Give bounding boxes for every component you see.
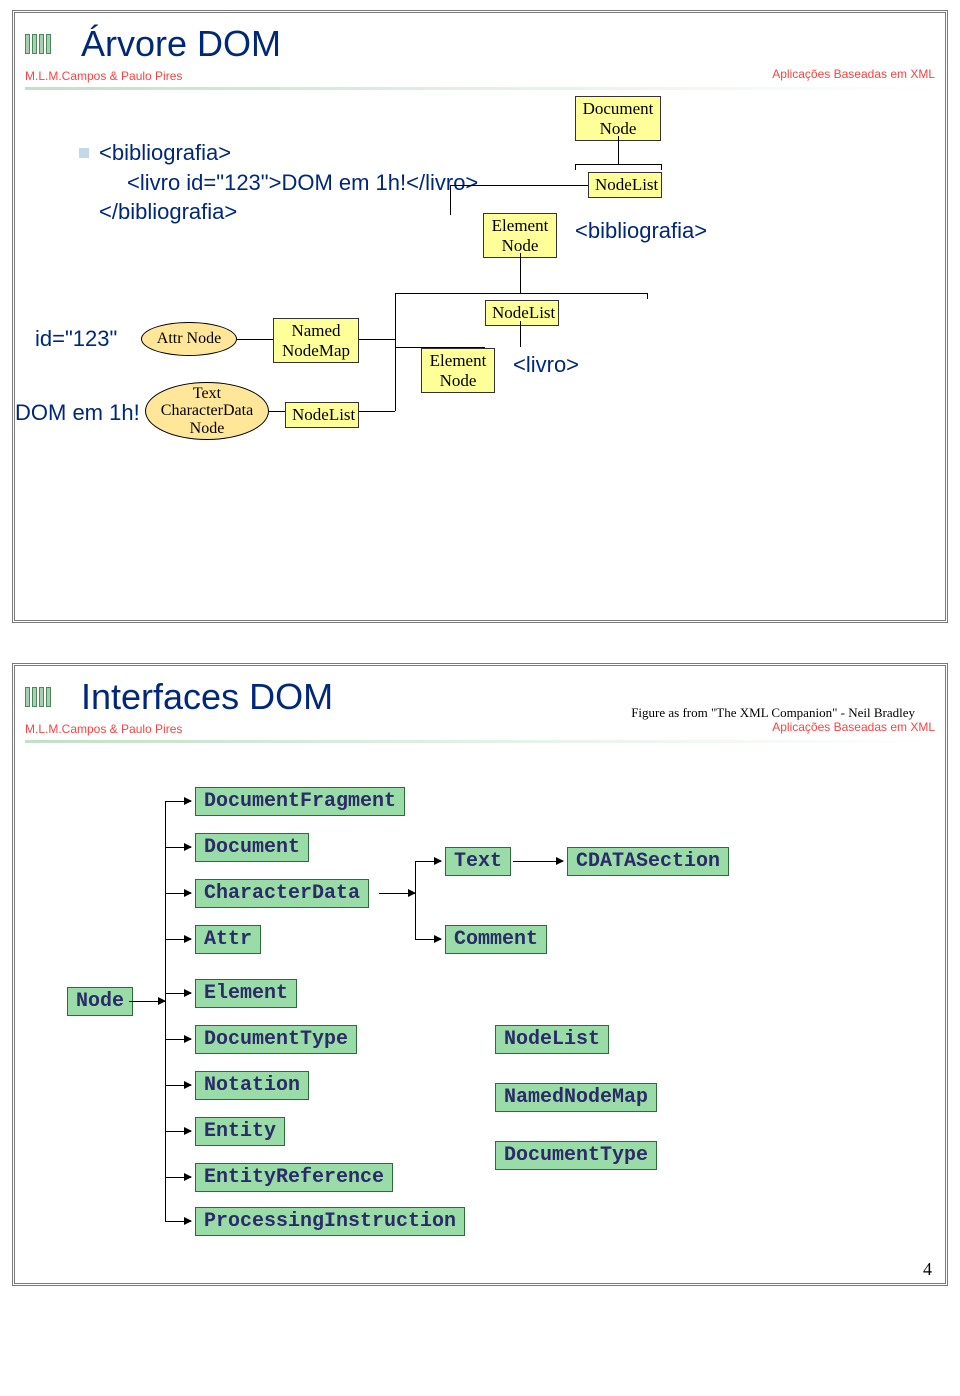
connector [129, 1001, 165, 1002]
arrow [165, 1085, 191, 1086]
connector [575, 164, 576, 170]
connector [450, 185, 451, 215]
box-named-nodemap: NamedNodeMap [273, 318, 359, 363]
box-character-data: CharacterData [195, 879, 369, 908]
slide-arvore-dom: Árvore DOM Aplicações Baseadas em XML M.… [12, 10, 948, 623]
connector [450, 185, 588, 186]
arrow [415, 861, 441, 862]
box-comment: Comment [445, 925, 547, 954]
arrow [513, 861, 563, 862]
box-cdata-section: CDATASection [567, 847, 729, 876]
slide2-title: Interfaces DOM [81, 676, 333, 718]
box-processing-instruction: ProcessingInstruction [195, 1207, 465, 1236]
arrow [165, 1221, 191, 1222]
connector [395, 293, 647, 294]
connector [575, 164, 661, 165]
connector [647, 293, 648, 299]
author-name: M.L.M.Campos & Paulo Pires [25, 722, 182, 737]
arrow [165, 1177, 191, 1178]
connector [359, 411, 395, 412]
connector [520, 253, 521, 293]
connector [237, 339, 273, 340]
box-attr: Attr [195, 925, 261, 954]
course-name: Aplicações Baseadas em XML [772, 720, 935, 734]
code-line-1: <bibliografia> [99, 138, 478, 168]
xml-logo-icon [25, 30, 73, 58]
box-element-bibliografia: ElementNode [483, 213, 557, 258]
box-element: Element [195, 979, 297, 1008]
arrow [165, 801, 191, 802]
slide2-diagram: Figure as from "The XML Companion" - Nei… [15, 743, 945, 1263]
box-entity-reference: EntityReference [195, 1163, 393, 1192]
box-nodelist-2: NodeList [485, 300, 559, 326]
figure-attribution: Figure as from "The XML Companion" - Nei… [631, 705, 915, 721]
box-entity: Entity [195, 1117, 285, 1146]
arrow [165, 939, 191, 940]
slide1-byline: Aplicações Baseadas em XML M.L.M.Campos … [15, 67, 945, 87]
code-snippet: <bibliografia> <livro id="123">DOM em 1h… [99, 138, 478, 227]
connector [618, 136, 619, 164]
slide1-title: Árvore DOM [81, 23, 281, 65]
box-notation: Notation [195, 1071, 309, 1100]
bullet-icon [79, 148, 89, 158]
connector [379, 893, 415, 894]
oval-text-node: TextCharacterDataNode [145, 382, 269, 440]
arrow [415, 939, 441, 940]
connector [165, 801, 166, 1221]
box-nodelist-3: NodeList [285, 402, 359, 428]
slide-interfaces-dom: Interfaces DOM Aplicações Baseadas em XM… [12, 663, 948, 1286]
arrow [165, 893, 191, 894]
connector [661, 164, 662, 170]
slide2-byline: Aplicações Baseadas em XML M.L.M.Campos … [15, 720, 945, 740]
box-text: Text [445, 847, 511, 876]
course-name: Aplicações Baseadas em XML [772, 67, 935, 81]
box-element-livro: ElementNode [421, 348, 495, 393]
connector [520, 321, 521, 347]
page-number: 4 [923, 1259, 932, 1280]
oval-attr-node: Attr Node [141, 322, 237, 356]
box-document-node: DocumentNode [575, 96, 661, 141]
author-name: M.L.M.Campos & Paulo Pires [25, 69, 182, 84]
box-nodelist: NodeList [495, 1025, 609, 1054]
code-line-3: </bibliografia> [99, 197, 478, 227]
box-node: Node [67, 987, 133, 1016]
slide1-header: Árvore DOM [15, 13, 945, 67]
code-line-2: <livro id="123">DOM em 1h!</livro> [99, 168, 478, 198]
connector [269, 411, 285, 412]
box-nodelist-1: NodeList [588, 172, 662, 198]
connector [415, 861, 416, 939]
box-document-type-2: DocumentType [495, 1141, 657, 1170]
box-document-type-1: DocumentType [195, 1025, 357, 1054]
slide1-diagram: <bibliografia> <livro id="123">DOM em 1h… [15, 90, 945, 600]
box-document: Document [195, 833, 309, 862]
xml-logo-icon [25, 683, 73, 711]
box-document-fragment: DocumentFragment [195, 787, 405, 816]
label-livro: <livro> [513, 352, 579, 378]
connector [359, 339, 395, 340]
label-bibliografia: <bibliografia> [575, 218, 707, 244]
box-named-node-map: NamedNodeMap [495, 1083, 657, 1112]
arrow [165, 993, 191, 994]
connector [395, 347, 396, 411]
label-id123: id="123" [35, 326, 117, 352]
arrow [165, 1131, 191, 1132]
arrow [165, 1039, 191, 1040]
arrow [165, 847, 191, 848]
label-dom-em-1h: DOM em 1h! [15, 400, 140, 426]
code-snippet-row: <bibliografia> <livro id="123">DOM em 1h… [79, 138, 478, 227]
